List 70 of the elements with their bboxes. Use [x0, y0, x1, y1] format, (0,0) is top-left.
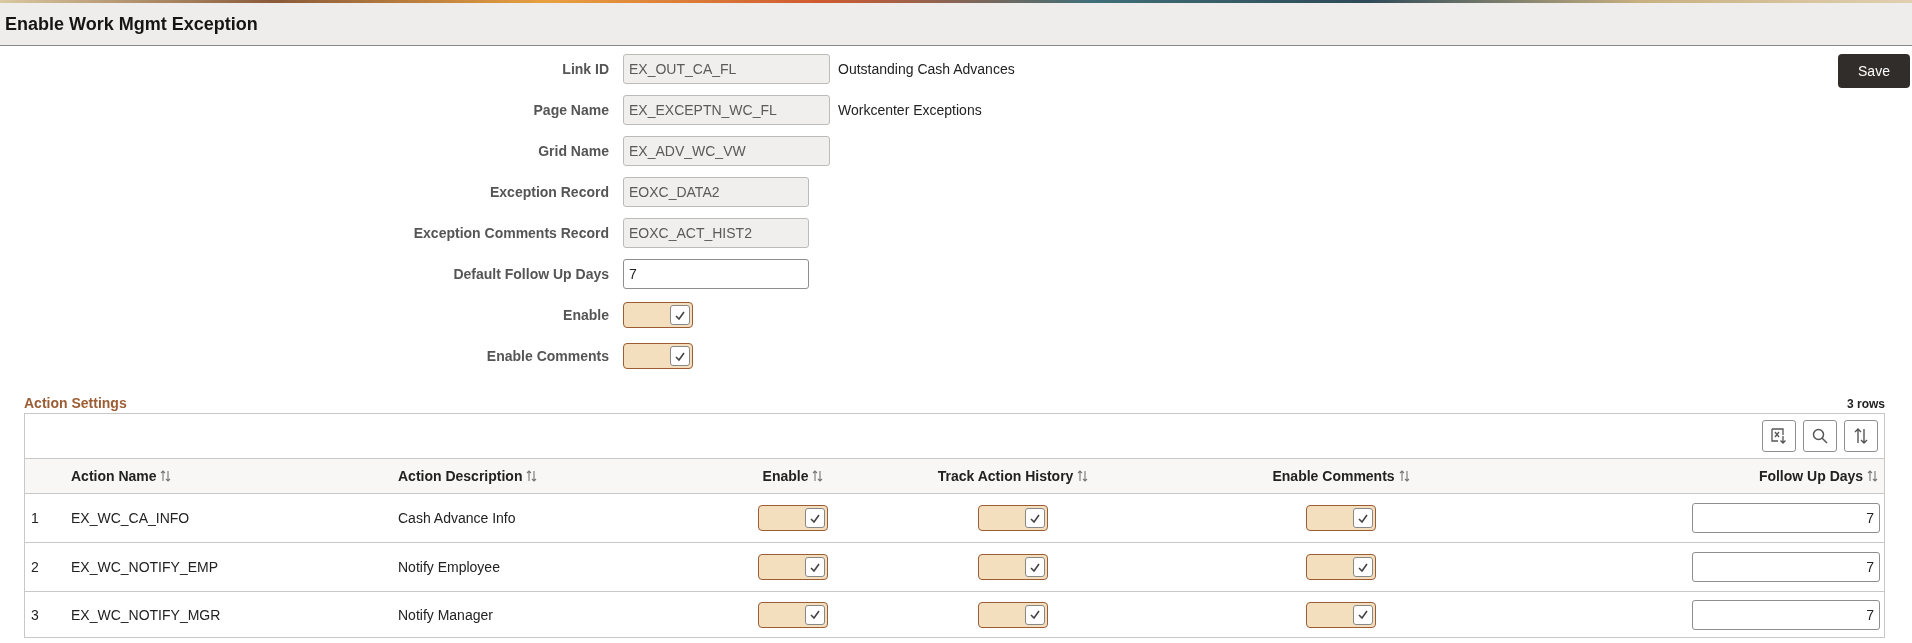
check-icon — [1030, 562, 1040, 572]
row-number: 1 — [31, 510, 39, 526]
sort-icon — [1867, 470, 1878, 482]
field-label: Link ID — [561, 61, 610, 77]
section-title: Action Settings — [24, 395, 127, 411]
check-icon — [1030, 513, 1040, 523]
sort-icon — [1077, 470, 1089, 482]
readonly-field[interactable]: EOXC_ACT_HIST2 — [623, 218, 809, 248]
sort-button[interactable] — [1844, 420, 1878, 452]
input-field[interactable]: 7 — [1692, 552, 1880, 582]
table-cell: EX_WC_NOTIFY_MGR — [71, 606, 221, 623]
table-cell: EX_WC_CA_INFO — [71, 510, 190, 526]
row-count: 3 rows — [1847, 397, 1885, 411]
check-icon — [810, 562, 820, 572]
column-header[interactable]: Enable Comments — [1272, 468, 1410, 484]
check-icon — [1358, 562, 1368, 572]
checkbox-toggle[interactable] — [758, 554, 828, 580]
save-button[interactable]: Save — [1838, 54, 1910, 88]
search-icon — [1811, 427, 1829, 445]
checkbox-toggle[interactable] — [978, 505, 1048, 531]
checkbox-toggle[interactable] — [1306, 505, 1376, 531]
check-icon — [810, 610, 820, 619]
check-icon — [675, 310, 685, 320]
checkbox-toggle[interactable] — [1306, 554, 1376, 580]
field-description: Outstanding Cash Advances — [838, 61, 1015, 77]
table-cell: Notify Manager — [398, 606, 493, 623]
export-icon — [1770, 427, 1788, 445]
table-cell: Notify Employee — [398, 559, 500, 575]
readonly-field[interactable]: EX_OUT_CA_FL — [623, 54, 830, 84]
field-description: Workcenter Exceptions — [838, 102, 982, 118]
checkbox-toggle[interactable] — [978, 554, 1048, 580]
checkbox-toggle[interactable] — [623, 343, 693, 369]
sort-icon — [526, 470, 538, 482]
field-label: Exception Comments Record — [412, 225, 610, 241]
field-label: Enable Comments — [485, 348, 610, 364]
column-header[interactable]: Action Name — [71, 468, 172, 484]
checkbox-toggle[interactable] — [623, 302, 693, 328]
field-label: Enable — [562, 307, 610, 323]
row-number: 2 — [31, 559, 39, 575]
field-label: Exception Record — [488, 184, 610, 200]
sort-icon — [1398, 470, 1410, 482]
input-field[interactable]: 7 — [1692, 599, 1880, 630]
field-label: Page Name — [532, 102, 610, 118]
column-header[interactable]: Follow Up Days — [1758, 468, 1878, 484]
checkbox-toggle[interactable] — [978, 601, 1048, 628]
page-title: Enable Work Mgmt Exception — [5, 13, 258, 35]
readonly-field[interactable]: EX_ADV_WC_VW — [623, 136, 830, 166]
row-number: 3 — [31, 606, 39, 623]
table-cell: Cash Advance Info — [398, 510, 516, 526]
field-label: Default Follow Up Days — [452, 266, 610, 282]
field-label: Grid Name — [537, 143, 610, 159]
sort-icon — [160, 470, 172, 482]
search-button[interactable] — [1803, 420, 1837, 452]
check-icon — [1358, 513, 1368, 523]
check-icon — [1358, 610, 1368, 619]
readonly-field[interactable]: EX_EXCEPTN_WC_FL — [623, 95, 830, 125]
readonly-field[interactable]: EOXC_DATA2 — [623, 177, 809, 207]
input-field[interactable]: 7 — [1692, 503, 1880, 533]
check-icon — [675, 351, 685, 361]
check-icon — [1030, 610, 1040, 619]
input-field[interactable]: 7 — [623, 259, 809, 289]
export-button[interactable] — [1762, 420, 1796, 452]
table-cell: EX_WC_NOTIFY_EMP — [71, 559, 219, 575]
column-header[interactable]: Enable — [762, 468, 824, 484]
checkbox-toggle[interactable] — [1306, 601, 1376, 628]
check-icon — [810, 513, 820, 523]
sort-icon — [1852, 427, 1870, 445]
checkbox-toggle[interactable] — [758, 601, 828, 628]
checkbox-toggle[interactable] — [758, 505, 828, 531]
sort-icon — [812, 470, 824, 482]
